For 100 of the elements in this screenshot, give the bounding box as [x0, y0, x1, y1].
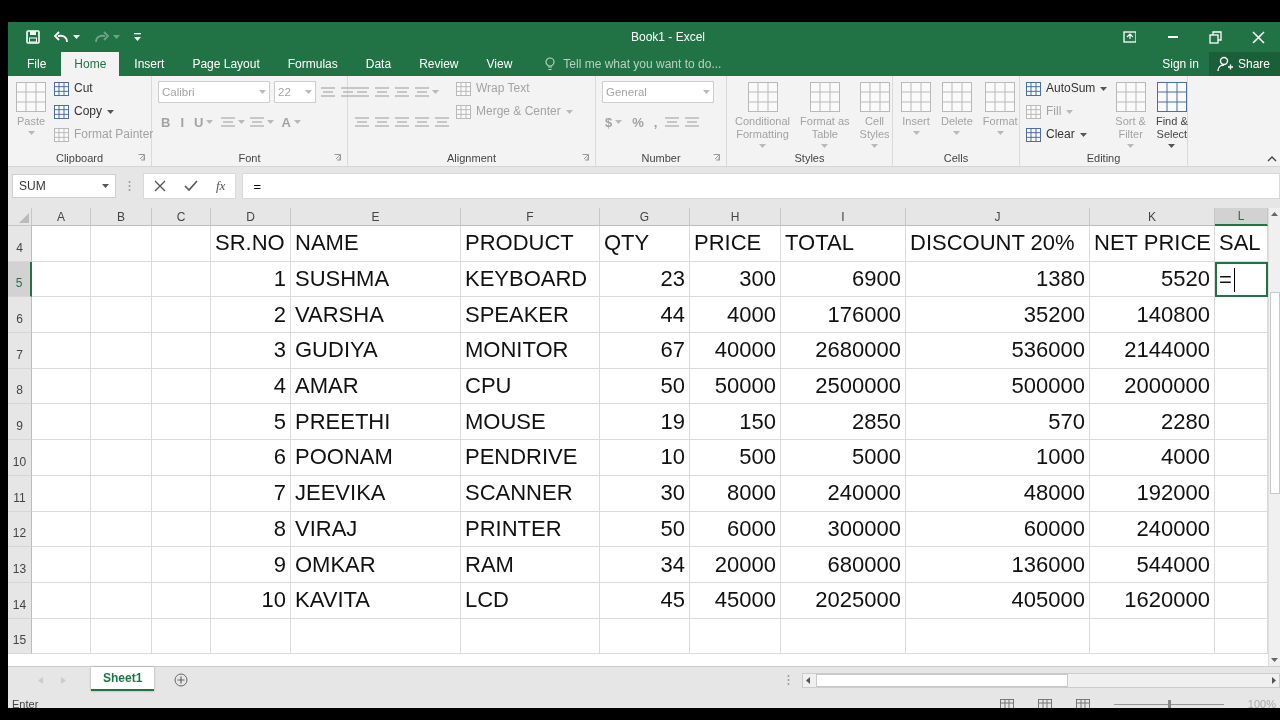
empty-cell[interactable] [152, 547, 211, 583]
table-cell[interactable]: 2 [211, 297, 291, 334]
empty-cell[interactable] [91, 333, 152, 369]
empty-cell[interactable] [600, 618, 690, 655]
empty-cell[interactable] [906, 618, 1090, 655]
table-cell[interactable]: 35200 [906, 297, 1090, 334]
view-button[interactable] [1037, 698, 1052, 708]
table-cell[interactable]: VARSHA [291, 297, 461, 334]
empty-cell[interactable] [152, 368, 211, 405]
table-cell[interactable]: 5000 [781, 440, 906, 476]
empty-cell[interactable] [152, 440, 211, 476]
table-cell[interactable]: 8000 [690, 475, 781, 512]
table-cell[interactable]: 2500000 [781, 368, 906, 405]
empty-cell[interactable] [91, 618, 152, 655]
row-header[interactable]: 8 [8, 368, 32, 405]
column-header[interactable]: H [690, 208, 781, 226]
horizontal-scrollbar[interactable] [802, 672, 1280, 688]
table-cell[interactable]: 5520 [1090, 261, 1215, 298]
column-header[interactable]: F [461, 208, 600, 226]
empty-cell[interactable] [91, 511, 152, 548]
table-cell[interactable]: SUSHMA [291, 261, 461, 298]
table-cell[interactable]: 7 [211, 475, 291, 512]
row-header[interactable]: 4 [8, 226, 32, 262]
collapse-ribbon-button[interactable] [1267, 156, 1277, 162]
table-cell[interactable]: 1 [211, 261, 291, 298]
table-cell[interactable]: QTY [600, 226, 690, 262]
table-cell[interactable]: 23 [600, 261, 690, 298]
table-cell[interactable]: 1620000 [1090, 582, 1215, 619]
table-cell[interactable]: 500 [690, 440, 781, 476]
table-cell[interactable]: PRODUCT [461, 226, 600, 262]
column-header[interactable]: G [600, 208, 690, 226]
table-cell[interactable]: 300000 [781, 511, 906, 548]
row-header[interactable]: 12 [8, 511, 32, 548]
table-cell[interactable]: 300 [690, 261, 781, 298]
table-cell[interactable]: 240000 [1090, 511, 1215, 548]
table-cell[interactable]: 9 [211, 547, 291, 583]
insert-function-button[interactable]: fx [216, 178, 226, 194]
row-header[interactable]: 5 [8, 261, 32, 298]
table-cell[interactable]: 45 [600, 582, 690, 619]
table-cell[interactable]: CPU [461, 368, 600, 405]
row-header[interactable]: 9 [8, 404, 32, 441]
table-cell[interactable]: SPEAKER [461, 297, 600, 334]
table-cell[interactable]: 10 [600, 440, 690, 476]
empty-cell[interactable] [152, 333, 211, 369]
table-cell[interactable]: 405000 [906, 582, 1090, 619]
name-box[interactable]: SUM [12, 174, 116, 198]
table-cell[interactable]: 34 [600, 547, 690, 583]
scroll-thumb[interactable] [1269, 292, 1280, 494]
table-cell[interactable]: POONAM [291, 440, 461, 476]
table-cell[interactable]: 67 [600, 333, 690, 369]
sign-in-link[interactable]: Sign in [1152, 52, 1209, 76]
ribbon-button[interactable]: Cut [54, 78, 154, 99]
table-cell[interactable]: GUDIYA [291, 333, 461, 369]
empty-cell[interactable] [91, 582, 152, 619]
view-button[interactable] [999, 698, 1014, 708]
table-cell[interactable]: 45000 [690, 582, 781, 619]
dialog-launcher[interactable] [138, 154, 145, 161]
empty-cell[interactable] [91, 261, 152, 298]
table-cell[interactable]: 50 [600, 368, 690, 405]
ribbon-tab[interactable]: Data [352, 52, 405, 76]
table-cell[interactable]: TOTAL [781, 226, 906, 262]
empty-cell[interactable] [91, 404, 152, 441]
ribbon-button[interactable]: Clear [1026, 124, 1108, 145]
table-cell[interactable]: 4 [211, 368, 291, 405]
share-button[interactable]: Share [1208, 52, 1280, 76]
table-cell[interactable]: 8 [211, 511, 291, 548]
ribbon-tab[interactable]: Page Layout [179, 52, 273, 76]
toolbar-button[interactable] [54, 31, 80, 43]
table-cell[interactable]: 176000 [781, 297, 906, 334]
table-cell[interactable]: 19 [600, 404, 690, 441]
slider-thumb[interactable] [1167, 699, 1171, 708]
table-cell[interactable]: PENDRIVE [461, 440, 600, 476]
table-cell[interactable]: 140800 [1090, 297, 1215, 334]
column-header[interactable]: I [781, 208, 906, 226]
table-cell[interactable]: 48000 [906, 475, 1090, 512]
enter-button[interactable] [184, 180, 198, 192]
table-cell[interactable]: JEEVIKA [291, 475, 461, 512]
empty-cell[interactable] [91, 440, 152, 476]
table-cell[interactable]: 6000 [690, 511, 781, 548]
table-cell[interactable]: 44 [600, 297, 690, 334]
table-cell[interactable]: 20000 [690, 547, 781, 583]
table-cell[interactable]: 1380 [906, 261, 1090, 298]
table-cell[interactable]: 136000 [906, 547, 1090, 583]
ribbon-tab[interactable]: Review [406, 52, 472, 76]
table-cell[interactable]: 4000 [1090, 440, 1215, 476]
ribbon-tab[interactable]: File [14, 52, 60, 76]
empty-cell[interactable] [152, 475, 211, 512]
table-cell[interactable]: 6900 [781, 261, 906, 298]
empty-cell[interactable] [91, 226, 152, 262]
empty-cell[interactable] [91, 547, 152, 583]
ribbon-button[interactable]: AutoSum [1026, 78, 1108, 99]
row-header[interactable]: 10 [8, 440, 32, 476]
ribbon-tab[interactable]: Home [61, 52, 120, 76]
table-cell[interactable]: 2850 [781, 404, 906, 441]
table-cell[interactable]: 536000 [906, 333, 1090, 369]
table-cell[interactable]: 3 [211, 333, 291, 369]
table-cell[interactable]: SCANNER [461, 475, 600, 512]
table-cell[interactable]: VIRAJ [291, 511, 461, 548]
empty-cell[interactable] [91, 297, 152, 334]
table-cell[interactable]: NET PRICE [1090, 226, 1215, 262]
